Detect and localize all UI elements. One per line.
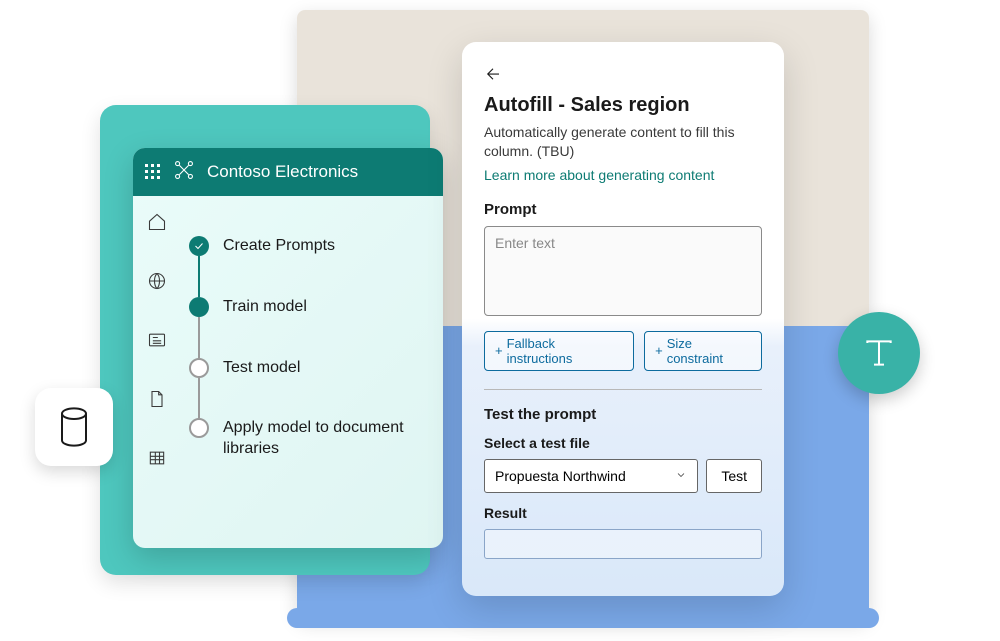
size-constraint-button[interactable]: + Size constraint [644, 331, 762, 371]
autofill-panel: Autofill - Sales region Automatically ge… [462, 42, 784, 596]
select-value: Propuesta Northwind [495, 468, 626, 484]
test-prompt-heading: Test the prompt [484, 406, 762, 423]
pill-label: Size constraint [667, 336, 751, 366]
step-label: Test model [223, 358, 300, 379]
contoso-nav-rail [133, 196, 181, 548]
divider [484, 389, 762, 390]
home-icon[interactable] [147, 212, 167, 237]
contoso-app-card: Contoso Electronics Create Prompts [133, 148, 443, 548]
pending-step-icon [189, 418, 209, 438]
step-label: Train model [223, 297, 307, 318]
step-label: Create Prompts [223, 236, 335, 257]
test-button[interactable]: Test [706, 459, 762, 493]
result-output [484, 529, 762, 559]
pending-step-icon [189, 358, 209, 378]
plus-icon: + [655, 343, 663, 358]
contoso-logo-icon [173, 159, 195, 186]
table-icon[interactable] [147, 448, 167, 473]
step-create-prompts[interactable]: Create Prompts [189, 236, 423, 257]
contoso-header: Contoso Electronics [133, 148, 443, 196]
back-button[interactable] [484, 60, 512, 88]
check-icon [189, 236, 209, 256]
select-test-file-label: Select a test file [484, 435, 762, 451]
database-icon [35, 388, 113, 466]
test-file-select[interactable]: Propuesta Northwind [484, 459, 698, 493]
contoso-title: Contoso Electronics [207, 162, 358, 182]
prompt-label: Prompt [484, 201, 762, 218]
panel-title: Autofill - Sales region [484, 94, 762, 117]
learn-more-link[interactable]: Learn more about generating content [484, 167, 714, 183]
step-apply-model[interactable]: Apply model to document libraries [189, 418, 423, 460]
result-label: Result [484, 505, 762, 521]
prompt-input[interactable] [484, 226, 762, 316]
contoso-steps: Create Prompts Train model Test model [181, 196, 443, 548]
file-icon[interactable] [147, 389, 167, 414]
plus-icon: + [495, 343, 503, 358]
pill-label: Fallback instructions [507, 336, 624, 366]
app-launcher-icon[interactable] [145, 164, 161, 180]
step-label: Apply model to document libraries [223, 418, 423, 460]
text-type-icon [838, 312, 920, 394]
current-step-icon [189, 297, 209, 317]
news-icon[interactable] [147, 330, 167, 355]
step-train-model[interactable]: Train model [189, 297, 423, 318]
fallback-instructions-button[interactable]: + Fallback instructions [484, 331, 634, 371]
chevron-down-icon [675, 468, 687, 484]
globe-icon[interactable] [147, 271, 167, 296]
panel-description: Automatically generate content to fill t… [484, 123, 762, 161]
step-test-model[interactable]: Test model [189, 358, 423, 379]
